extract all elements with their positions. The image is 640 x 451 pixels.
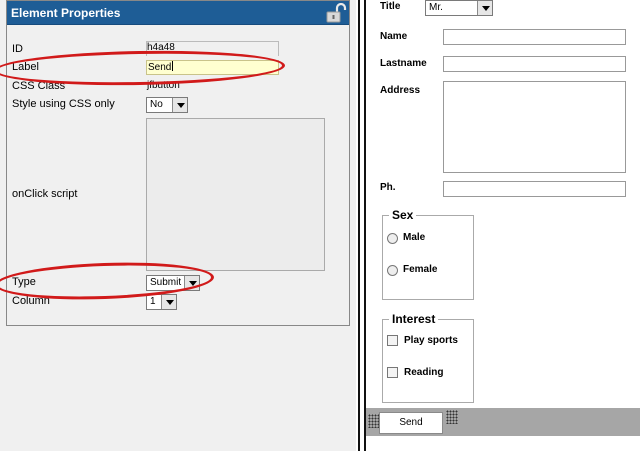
phone-label: Ph. bbox=[380, 182, 396, 193]
panel-divider bbox=[358, 0, 366, 451]
title-label: Title bbox=[380, 1, 401, 12]
title-value: Mr. bbox=[429, 2, 443, 13]
address-label: Address bbox=[380, 85, 421, 96]
panel-title: Element Properties bbox=[11, 6, 121, 20]
unlocked-padlock-icon[interactable] bbox=[325, 3, 347, 23]
resize-grip-icon[interactable] bbox=[446, 410, 458, 424]
lastname-label: Lastname bbox=[380, 58, 427, 69]
female-radio[interactable] bbox=[387, 265, 398, 276]
style-css-only-select[interactable]: No bbox=[146, 97, 188, 113]
column-value: 1 bbox=[150, 296, 156, 307]
male-radio[interactable] bbox=[387, 233, 398, 244]
play-sports-checkbox[interactable] bbox=[387, 335, 398, 346]
sex-fieldset: Sex Male Female bbox=[382, 208, 474, 300]
send-button[interactable]: Send bbox=[379, 412, 443, 434]
id-label: ID bbox=[12, 43, 23, 55]
interest-legend: Interest bbox=[389, 312, 439, 326]
style-css-only-value: No bbox=[150, 99, 163, 110]
address-textarea[interactable] bbox=[443, 81, 626, 173]
sex-legend: Sex bbox=[389, 208, 417, 222]
lastname-input[interactable] bbox=[443, 56, 626, 72]
style-css-only-label: Style using CSS only bbox=[12, 98, 115, 110]
name-input[interactable] bbox=[443, 29, 626, 45]
play-sports-label: Play sports bbox=[404, 335, 458, 346]
chevron-down-icon bbox=[161, 295, 176, 309]
button-bar: Send bbox=[366, 408, 640, 436]
onclick-script-label: onClick script bbox=[12, 188, 78, 200]
element-properties-panel: Element Properties ID h4a48 Label Send C… bbox=[0, 0, 356, 451]
reading-checkbox[interactable] bbox=[387, 367, 398, 378]
interest-fieldset: Interest Play sports Reading bbox=[382, 312, 474, 403]
onclick-script-textarea[interactable] bbox=[146, 118, 325, 271]
title-select[interactable]: Mr. bbox=[425, 0, 493, 16]
female-label: Female bbox=[403, 264, 438, 275]
reading-label: Reading bbox=[404, 367, 444, 378]
properties-header: Element Properties bbox=[7, 1, 349, 25]
name-label: Name bbox=[380, 31, 408, 42]
column-select[interactable]: 1 bbox=[146, 294, 177, 310]
chevron-down-icon bbox=[477, 1, 492, 15]
chevron-down-icon bbox=[172, 98, 187, 112]
phone-input[interactable] bbox=[443, 181, 626, 197]
male-label: Male bbox=[403, 232, 426, 243]
form-preview: Title Mr. Name Lastname Address Ph. Sex … bbox=[366, 0, 640, 451]
